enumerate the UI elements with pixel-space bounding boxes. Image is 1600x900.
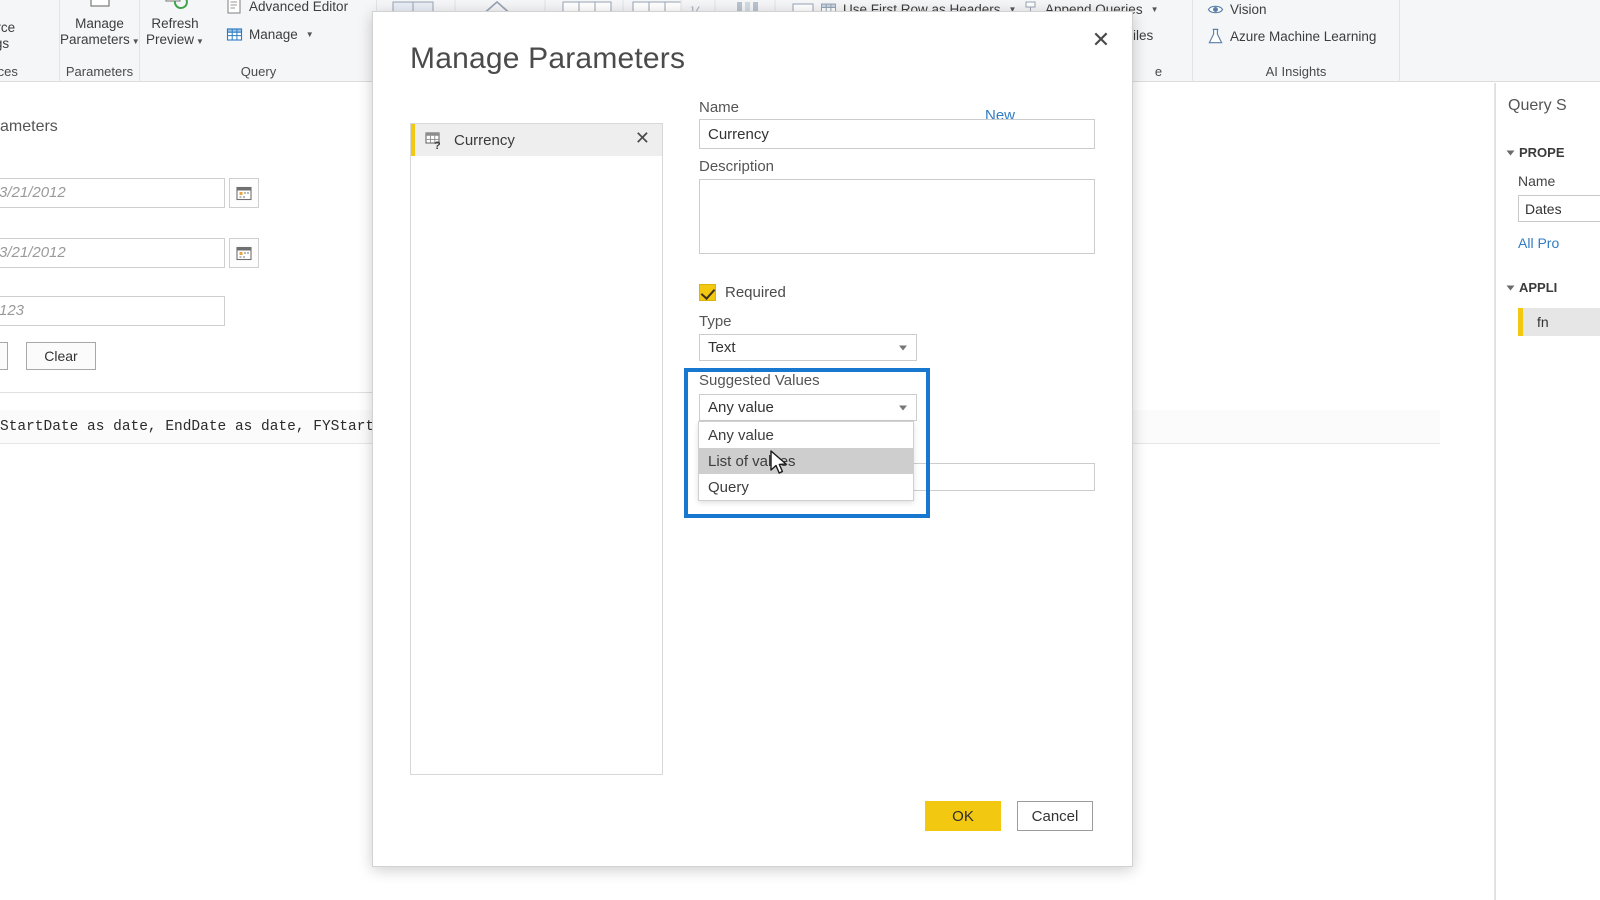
dropdown-option-any-value[interactable]: Any value (699, 422, 913, 448)
calendar-icon (236, 186, 252, 201)
power-query-editor-window: urce gs urces Manage Parameters ▼ Paramet… (0, 0, 1600, 900)
suggested-values-field-label: Suggested Values (699, 372, 820, 389)
azure-machine-learning-button[interactable]: Azure Machine Learning (1207, 28, 1376, 45)
list-item[interactable]: ? Currency ✕ (411, 124, 662, 156)
required-checkbox-label: Required (725, 284, 786, 301)
end-date-value: 3/21/2012 (0, 244, 66, 261)
name-input-value: Currency (708, 125, 769, 143)
advanced-editor-icon (227, 0, 241, 14)
cancel-button-label: Cancel (1031, 807, 1079, 825)
azure-machine-learning-label: Azure Machine Learning (1230, 29, 1377, 44)
dropdown-option-list-of-values[interactable]: List of values (699, 448, 913, 474)
vision-button[interactable]: Vision (1207, 1, 1267, 18)
applied-steps-section-label: APPLI (1519, 280, 1558, 295)
table-grid-icon (226, 28, 243, 41)
description-field-label: Description (699, 158, 775, 175)
data-source-settings-button[interactable]: urce gs (0, 20, 59, 52)
query-settings-title: Query S (1508, 97, 1567, 114)
properties-section-label: PROPE (1519, 145, 1565, 160)
background-pane-title: ameters (0, 118, 58, 135)
query-name-label: Name (1518, 173, 1556, 189)
suggested-values-dropdown-list[interactable]: Any value List of values Query (698, 421, 914, 501)
mouse-cursor (770, 450, 787, 474)
applied-step-label: fn (1537, 314, 1549, 330)
vision-label: Vision (1230, 2, 1267, 17)
chevron-down-icon[interactable]: ▼ (196, 37, 204, 46)
advanced-editor-label: Advanced Editor (249, 0, 349, 14)
query-settings-pane: Query S PROPE Name Dates All Pro APPLI f… (1495, 83, 1600, 900)
calendar-icon (236, 246, 252, 261)
close-icon[interactable]: ✕ (635, 128, 650, 149)
all-properties-link[interactable]: All Pro (1518, 235, 1559, 251)
ribbon-group-sources: urce gs urces (0, 0, 60, 82)
type-select-value: Text (708, 339, 736, 356)
chevron-down-icon (899, 345, 907, 350)
ribbon-group-combine-caption: e (1154, 64, 1163, 79)
data-source-settings-label-line2: gs (0, 36, 10, 51)
start-date-calendar-button[interactable] (229, 178, 259, 208)
clear-button[interactable]: Clear (26, 342, 96, 370)
chevron-down-icon[interactable]: ▼ (306, 30, 314, 39)
pane-divider (0, 392, 375, 393)
type-select[interactable]: Text (699, 334, 917, 361)
month-number-value: 123 (0, 302, 25, 319)
chevron-down-icon (1506, 150, 1515, 155)
name-input[interactable]: Currency (699, 119, 1095, 149)
dropdown-option-query[interactable]: Query (699, 474, 913, 500)
refresh-preview-label-line2: Preview (146, 32, 195, 47)
advanced-editor-button[interactable]: Advanced Editor (226, 0, 348, 15)
flask-icon (1208, 28, 1223, 44)
description-textarea[interactable] (699, 179, 1095, 254)
query-name-input[interactable]: Dates (1518, 195, 1600, 222)
required-checkbox[interactable]: Required (699, 284, 786, 301)
table-question-icon: ? (425, 131, 441, 149)
list-item-label: Currency (454, 131, 515, 149)
refresh-preview-icon (165, 0, 188, 9)
end-date-input[interactable]: 3/21/2012 (0, 238, 225, 268)
ribbon-group-ai-insights-caption: AI Insights (1265, 64, 1327, 79)
ribbon-group-ai-insights: Vision Azure Machine Learning AI Insight… (1193, 0, 1400, 82)
apply-button-partial[interactable] (0, 342, 8, 370)
data-source-settings-label-line1: urce (0, 20, 16, 35)
ok-button[interactable]: OK (925, 801, 1001, 831)
end-date-calendar-button[interactable] (229, 238, 259, 268)
query-name-value: Dates (1525, 200, 1562, 217)
svg-text:?: ? (434, 140, 441, 149)
ribbon-group-combine: e (1125, 0, 1193, 82)
ok-button-label: OK (952, 807, 974, 825)
suggested-values-select[interactable]: Any value (699, 394, 917, 421)
ribbon-group-query: Refresh Preview ▼ Advanced Editor Manage… (141, 0, 377, 82)
eye-icon (1207, 5, 1224, 14)
pane-spacer (1440, 83, 1495, 900)
applied-steps-section-header[interactable]: APPLI (1506, 280, 1558, 295)
parameter-list: ? Currency ✕ (410, 123, 663, 775)
start-date-input[interactable]: 3/21/2012 (0, 178, 225, 208)
refresh-preview-label-line1: Refresh (151, 16, 199, 31)
checkbox-checked-icon (699, 284, 716, 301)
chevron-down-icon (1506, 285, 1515, 290)
start-date-value: 3/21/2012 (0, 184, 66, 201)
dialog-title: Manage Parameters (410, 42, 686, 75)
type-field-label: Type (699, 313, 732, 330)
manage-parameters-icon (90, 0, 110, 7)
ribbon-group-parameters-caption: Parameters (65, 64, 134, 79)
chevron-down-icon (899, 405, 907, 410)
cancel-button[interactable]: Cancel (1017, 801, 1093, 831)
applied-step-item[interactable]: fn (1518, 308, 1600, 336)
clear-button-label: Clear (44, 348, 78, 364)
ribbon-group-sources-caption: urces (0, 64, 18, 79)
manage-query-button[interactable]: Manage ▼ (226, 26, 314, 43)
properties-section-header[interactable]: PROPE (1506, 145, 1565, 160)
manage-query-label: Manage (249, 27, 298, 42)
suggested-values-select-value: Any value (708, 399, 774, 416)
close-icon[interactable]: ✕ (1084, 25, 1118, 55)
ribbon-group-query-caption: Query (240, 64, 277, 79)
month-number-input[interactable]: 123 (0, 296, 225, 326)
formula-text: StartDate as date, EndDate as date, FYSt… (0, 418, 375, 435)
name-field-label: Name (699, 99, 740, 116)
